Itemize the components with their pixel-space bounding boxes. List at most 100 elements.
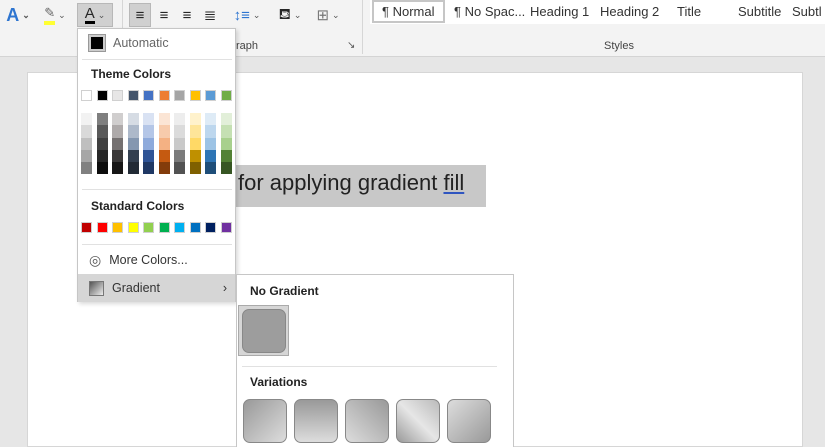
theme-shade-swatch[interactable] <box>174 125 185 138</box>
standard-color-swatch[interactable] <box>205 222 216 233</box>
theme-shade-swatch[interactable] <box>81 113 92 126</box>
theme-color-swatch[interactable] <box>174 90 185 101</box>
standard-color-swatch[interactable] <box>143 222 154 233</box>
theme-shade-swatch[interactable] <box>81 149 92 163</box>
style-normal[interactable]: ¶ Normal <box>372 0 445 23</box>
theme-shade-swatch[interactable] <box>96 149 108 163</box>
theme-shade-swatch[interactable] <box>143 149 154 163</box>
theme-color-swatch[interactable] <box>127 90 139 101</box>
theme-shade-swatch[interactable] <box>158 125 170 138</box>
standard-color-swatch[interactable] <box>81 222 92 233</box>
gradient-variation[interactable] <box>345 399 389 443</box>
theme-color-swatch[interactable] <box>81 90 92 101</box>
theme-shade-swatch[interactable] <box>112 149 123 163</box>
theme-shade-swatch[interactable] <box>96 162 108 175</box>
standard-color-swatch[interactable] <box>158 222 170 233</box>
theme-shade-swatch[interactable] <box>158 113 170 126</box>
theme-shade-swatch[interactable] <box>158 137 170 150</box>
theme-shade-swatch[interactable] <box>205 137 216 150</box>
no-gradient-option[interactable] <box>238 305 289 356</box>
style-subtle[interactable]: Subtl <box>792 4 822 19</box>
theme-shade-swatch[interactable] <box>220 162 232 175</box>
theme-shade-swatch[interactable] <box>112 137 123 150</box>
gradient-item[interactable]: Gradient › <box>78 274 235 302</box>
standard-color-swatch[interactable] <box>96 222 108 233</box>
borders-button[interactable]: ⊞ ⌄ <box>310 3 346 27</box>
theme-shade-swatch[interactable] <box>112 162 123 175</box>
theme-shade-swatch[interactable] <box>127 113 139 126</box>
theme-shade-swatch[interactable] <box>220 113 232 126</box>
theme-shade-swatch[interactable] <box>205 113 216 126</box>
theme-shade-swatch[interactable] <box>220 149 232 163</box>
style-heading-2[interactable]: Heading 2 <box>600 4 659 19</box>
theme-color-swatch[interactable] <box>189 90 201 101</box>
theme-shade-swatch[interactable] <box>220 137 232 150</box>
style-no-spacing[interactable]: ¶ No Spac... <box>454 4 525 19</box>
highlight-color-button[interactable]: ✎ ⌄ <box>38 3 72 27</box>
theme-color-swatch[interactable] <box>205 90 216 101</box>
standard-color-swatch[interactable] <box>112 222 123 233</box>
theme-shade-swatch[interactable] <box>189 149 201 163</box>
standard-color-swatch[interactable] <box>220 222 232 233</box>
standard-color-swatch[interactable] <box>127 222 139 233</box>
theme-shade-swatch[interactable] <box>81 162 92 175</box>
theme-shade-swatch[interactable] <box>158 149 170 163</box>
justify-button[interactable]: ≣ <box>199 3 221 27</box>
align-left-button[interactable]: ≡ <box>129 3 151 27</box>
automatic-color-item[interactable]: Automatic <box>78 30 235 56</box>
theme-shade-swatch[interactable] <box>81 137 92 150</box>
theme-shade-swatch[interactable] <box>189 125 201 138</box>
gradient-variation[interactable] <box>447 399 491 443</box>
theme-shade-swatch[interactable] <box>174 149 185 163</box>
theme-shade-swatch[interactable] <box>174 162 185 175</box>
style-heading-1[interactable]: Heading 1 <box>530 4 589 19</box>
theme-shade-swatch[interactable] <box>143 137 154 150</box>
theme-shade-swatch[interactable] <box>174 137 185 150</box>
theme-shade-swatch[interactable] <box>174 113 185 126</box>
theme-shade-swatch[interactable] <box>127 137 139 150</box>
theme-shade-swatch[interactable] <box>220 125 232 138</box>
gradient-variation[interactable] <box>294 399 338 443</box>
theme-shade-swatch[interactable] <box>143 125 154 138</box>
theme-shade-swatch[interactable] <box>189 162 201 175</box>
text-effects-button[interactable]: A ⌄ <box>2 3 34 27</box>
theme-shade-swatch[interactable] <box>189 137 201 150</box>
theme-shade-swatch[interactable] <box>127 125 139 138</box>
font-color-button[interactable]: A ⌄ <box>77 3 113 27</box>
theme-shade-swatch[interactable] <box>96 125 108 138</box>
theme-shade-swatch[interactable] <box>127 162 139 175</box>
theme-color-swatch[interactable] <box>112 90 123 101</box>
text-effects-icon: A <box>6 4 20 25</box>
theme-color-swatch[interactable] <box>96 90 108 101</box>
theme-shade-swatch[interactable] <box>205 149 216 163</box>
theme-shade-swatch[interactable] <box>205 125 216 138</box>
standard-color-swatch[interactable] <box>174 222 185 233</box>
style-subtitle[interactable]: Subtitle <box>738 4 781 19</box>
theme-shade-swatch[interactable] <box>112 113 123 126</box>
theme-color-swatch[interactable] <box>143 90 154 101</box>
palette-icon: ◎ <box>89 251 102 268</box>
dialog-launcher-icon[interactable]: ↘ <box>347 40 355 51</box>
gradient-variation[interactable] <box>243 399 287 443</box>
theme-color-swatch[interactable] <box>158 90 170 101</box>
standard-color-swatch[interactable] <box>189 222 201 233</box>
selected-text[interactable]: for applying gradient fill <box>236 165 486 207</box>
style-title[interactable]: Title <box>677 4 701 19</box>
more-colors-item[interactable]: ◎ More Colors... <box>78 247 235 273</box>
theme-shade-swatch[interactable] <box>96 113 108 126</box>
align-right-button[interactable]: ≡ <box>176 3 198 27</box>
align-center-button[interactable]: ≡ <box>153 3 175 27</box>
theme-shade-swatch[interactable] <box>189 113 201 126</box>
shading-button[interactable]: ⛾ ⌄ <box>272 3 308 27</box>
theme-shade-swatch[interactable] <box>143 113 154 126</box>
theme-shade-swatch[interactable] <box>96 137 108 150</box>
line-spacing-button[interactable]: ↕≡ ⌄ <box>230 3 264 27</box>
theme-shade-swatch[interactable] <box>205 162 216 175</box>
theme-shade-swatch[interactable] <box>143 162 154 175</box>
theme-shade-swatch[interactable] <box>81 125 92 138</box>
theme-shade-swatch[interactable] <box>127 149 139 163</box>
theme-shade-swatch[interactable] <box>158 162 170 175</box>
theme-shade-swatch[interactable] <box>112 125 123 138</box>
theme-color-swatch[interactable] <box>220 90 232 101</box>
gradient-variation[interactable] <box>396 399 440 443</box>
